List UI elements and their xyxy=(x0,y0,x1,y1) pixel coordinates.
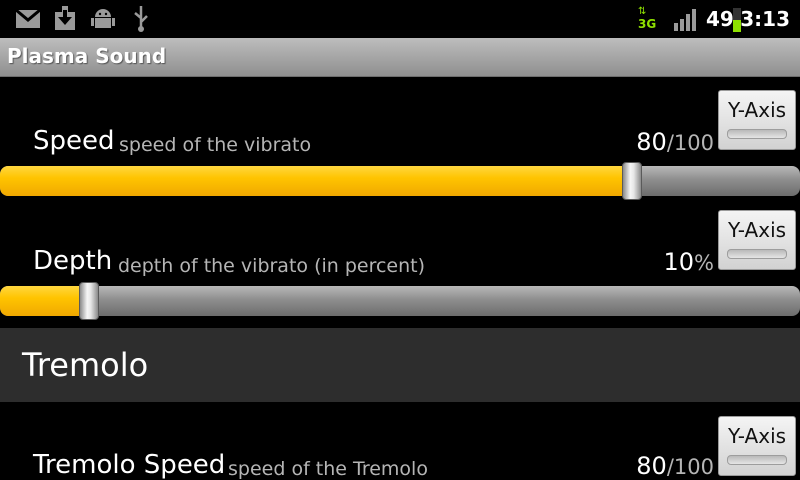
speed-slider[interactable] xyxy=(0,166,800,196)
tremolo-speed-setting-row: Y-Axis Tremolo Speed speed of the Tremol… xyxy=(0,402,800,480)
yaxis-toggle-indicator xyxy=(727,129,787,139)
speed-slider-thumb[interactable] xyxy=(622,162,642,200)
yaxis-button-label: Y-Axis xyxy=(727,98,787,122)
gmail-icon xyxy=(15,9,41,28)
depth-slider[interactable] xyxy=(0,286,800,316)
tremolo-speed-label: Tremolo Speed xyxy=(33,450,226,480)
yaxis-button-label: Y-Axis xyxy=(727,424,787,448)
speed-value: 80/100 xyxy=(636,128,714,156)
app-title: Plasma Sound xyxy=(7,44,167,68)
yaxis-toggle-indicator xyxy=(727,249,787,259)
section-title: Tremolo xyxy=(22,346,149,384)
signal-icon xyxy=(674,9,696,31)
speed-value-suffix: /100 xyxy=(666,131,714,155)
android-debug-icon xyxy=(91,9,115,28)
depth-description: depth of the vibrato (in percent) xyxy=(118,255,426,277)
usb-icon xyxy=(134,6,148,32)
yaxis-button-label: Y-Axis xyxy=(727,218,787,242)
tremolo-speed-description: speed of the Tremolo xyxy=(228,458,428,480)
depth-setting-row: Y-Axis Depth depth of the vibrato (in pe… xyxy=(0,202,800,328)
status-bar: ⇅ 3G 49 3:13 xyxy=(0,0,800,38)
tremolo-section-header: Tremolo xyxy=(0,328,800,402)
depth-value-suffix: % xyxy=(694,251,714,275)
speed-setting-row: Y-Axis Speed speed of the vibrato 80/100 xyxy=(0,76,800,202)
depth-slider-fill xyxy=(0,286,89,316)
depth-yaxis-button[interactable]: Y-Axis xyxy=(718,210,796,270)
battery-level: 49 xyxy=(706,7,734,31)
network-3g-icon: ⇅ 3G xyxy=(638,6,657,31)
status-time: 3:13 xyxy=(740,7,790,31)
speed-yaxis-button[interactable]: Y-Axis xyxy=(718,90,796,150)
depth-label: Depth xyxy=(33,246,113,276)
tremolo-speed-value-suffix: /100 xyxy=(666,455,714,479)
yaxis-toggle-indicator xyxy=(727,455,787,465)
tremolo-speed-value-number: 80 xyxy=(636,452,667,480)
depth-slider-thumb[interactable] xyxy=(79,282,99,320)
download-icon xyxy=(55,6,75,30)
speed-label: Speed xyxy=(33,126,115,156)
title-bar: Plasma Sound xyxy=(0,38,800,77)
depth-value-number: 10 xyxy=(663,248,695,276)
tremolo-speed-value: 80/100 xyxy=(636,452,714,480)
speed-description: speed of the vibrato xyxy=(119,134,312,156)
tremolo-speed-yaxis-button[interactable]: Y-Axis xyxy=(718,416,796,476)
depth-value: 10% xyxy=(663,248,714,276)
speed-value-number: 80 xyxy=(636,128,667,156)
speed-slider-fill xyxy=(0,166,632,196)
